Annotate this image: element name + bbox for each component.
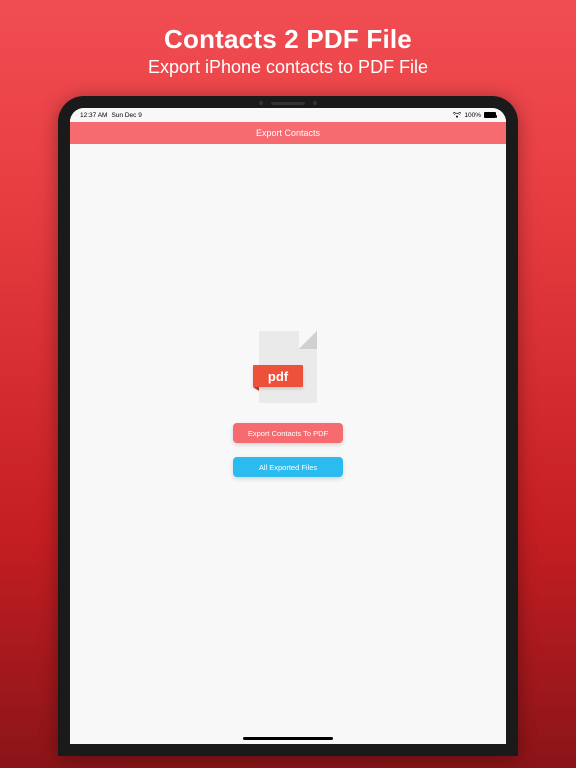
nav-bar: Export Contacts xyxy=(70,122,506,144)
marketing-header: Contacts 2 PDF File Export iPhone contac… xyxy=(148,0,428,96)
status-time: 12:37 AM xyxy=(80,112,107,119)
battery-icon xyxy=(484,112,496,118)
device-frame: 12:37 AM Sun Dec 9 100% Export Contacts … xyxy=(58,96,518,756)
wifi-icon xyxy=(453,112,461,118)
content-area: pdf Export Contacts To PDF All Exported … xyxy=(70,144,506,744)
marketing-title: Contacts 2 PDF File xyxy=(148,24,428,55)
home-indicator xyxy=(243,737,333,740)
export-contacts-button[interactable]: Export Contacts To PDF xyxy=(233,423,343,443)
device-screen: 12:37 AM Sun Dec 9 100% Export Contacts … xyxy=(70,108,506,744)
all-exported-files-button[interactable]: All Exported Files xyxy=(233,457,343,477)
device-notch xyxy=(228,100,348,106)
marketing-subtitle: Export iPhone contacts to PDF File xyxy=(148,57,428,78)
battery-percent: 100% xyxy=(464,112,481,119)
pdf-badge: pdf xyxy=(253,365,303,387)
nav-title: Export Contacts xyxy=(256,128,320,138)
status-bar: 12:37 AM Sun Dec 9 100% xyxy=(70,108,506,122)
status-date: Sun Dec 9 xyxy=(111,112,141,119)
pdf-file-icon: pdf xyxy=(259,331,317,403)
